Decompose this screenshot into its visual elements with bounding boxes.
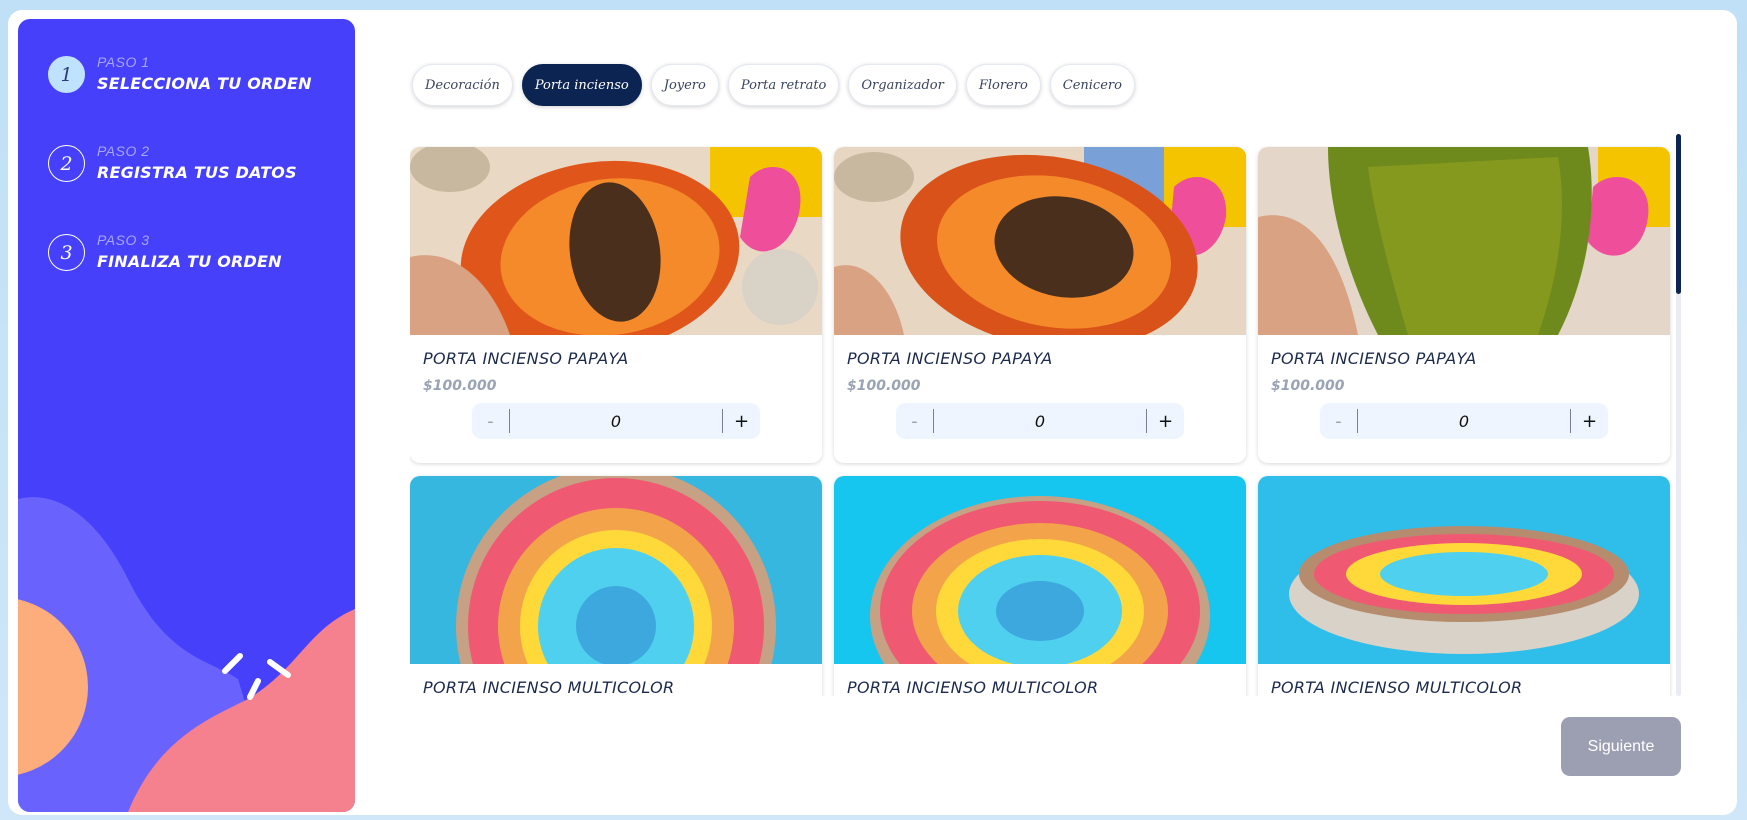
grid-scrollbar-thumb[interactable] xyxy=(1676,134,1681,294)
product-price: $100.000 xyxy=(847,378,921,394)
tab-organizador[interactable]: Organizador xyxy=(848,64,957,106)
steps-sidebar: 1 PASO 1 SELECCIONA TU ORDEN 2 PASO 2 RE… xyxy=(18,19,355,812)
sidebar-decoration xyxy=(18,497,355,812)
product-image xyxy=(410,147,822,335)
step-1-kicker: PASO 1 xyxy=(97,54,150,70)
quantity-stepper: - 0 + xyxy=(1320,403,1608,439)
decrease-button[interactable]: - xyxy=(896,411,933,432)
step-2-kicker: PASO 2 xyxy=(97,143,150,159)
decrease-button[interactable]: - xyxy=(1320,411,1357,432)
step-1-number: 1 xyxy=(48,56,85,93)
quantity-stepper: - 0 + xyxy=(472,403,760,439)
decrease-button[interactable]: - xyxy=(472,411,509,432)
tab-decoracion[interactable]: Decoración xyxy=(412,64,513,106)
product-image xyxy=(834,476,1246,664)
product-card: PORTA INCIENSO PAPAYA $100.000 - 0 + xyxy=(834,147,1246,463)
tab-joyero[interactable]: Joyero xyxy=(650,64,719,106)
step-2-title: REGISTRA TUS DATOS xyxy=(97,163,297,182)
product-name: PORTA INCIENSO PAPAYA xyxy=(847,349,1053,368)
increase-button[interactable]: + xyxy=(1571,411,1608,432)
product-card: PORTA INCIENSO PAPAYA $100.000 - 0 + xyxy=(410,147,822,463)
step-3: 3 PASO 3 FINALIZA TU ORDEN xyxy=(48,232,282,271)
quantity-value[interactable]: 0 xyxy=(934,412,1146,431)
product-name: PORTA INCIENSO PAPAYA xyxy=(1271,349,1477,368)
quantity-stepper: - 0 + xyxy=(896,403,1184,439)
product-image xyxy=(1258,147,1670,335)
product-image xyxy=(834,147,1246,335)
product-price: $100.000 xyxy=(423,378,497,394)
increase-button[interactable]: + xyxy=(723,411,760,432)
product-image xyxy=(1258,476,1670,664)
product-image xyxy=(410,476,822,664)
tab-cenicero[interactable]: Cenicero xyxy=(1049,64,1135,106)
product-card: PORTA INCIENSO MULTICOLOR xyxy=(410,476,822,696)
step-3-kicker: PASO 3 xyxy=(97,232,150,248)
step-1-title: SELECCIONA TU ORDEN xyxy=(97,74,312,93)
quantity-value[interactable]: 0 xyxy=(1358,412,1570,431)
step-2-number: 2 xyxy=(48,145,85,182)
step-2: 2 PASO 2 REGISTRA TUS DATOS xyxy=(48,143,297,182)
step-3-title: FINALIZA TU ORDEN xyxy=(97,252,282,271)
category-tabs: Decoración Porta incienso Joyero Porta r… xyxy=(412,64,1135,106)
product-card: PORTA INCIENSO MULTICOLOR xyxy=(834,476,1246,696)
product-grid[interactable]: PORTA INCIENSO PAPAYA $100.000 - 0 + POR… xyxy=(410,146,1682,696)
next-button[interactable]: Siguiente xyxy=(1561,717,1681,776)
quantity-value[interactable]: 0 xyxy=(510,412,722,431)
step-3-number: 3 xyxy=(48,234,85,271)
step-1: 1 PASO 1 SELECCIONA TU ORDEN xyxy=(48,54,312,93)
product-card: PORTA INCIENSO MULTICOLOR xyxy=(1258,476,1670,696)
product-price: $100.000 xyxy=(1271,378,1345,394)
product-name: PORTA INCIENSO MULTICOLOR xyxy=(1271,678,1523,696)
tab-florero[interactable]: Florero xyxy=(965,64,1041,106)
increase-button[interactable]: + xyxy=(1147,411,1184,432)
product-card: PORTA INCIENSO PAPAYA $100.000 - 0 + xyxy=(1258,147,1670,463)
product-name: PORTA INCIENSO PAPAYA xyxy=(423,349,629,368)
product-name: PORTA INCIENSO MULTICOLOR xyxy=(847,678,1099,696)
product-name: PORTA INCIENSO MULTICOLOR xyxy=(423,678,675,696)
tab-porta-incienso[interactable]: Porta incienso xyxy=(521,64,642,106)
tab-porta-retrato[interactable]: Porta retrato xyxy=(727,64,840,106)
